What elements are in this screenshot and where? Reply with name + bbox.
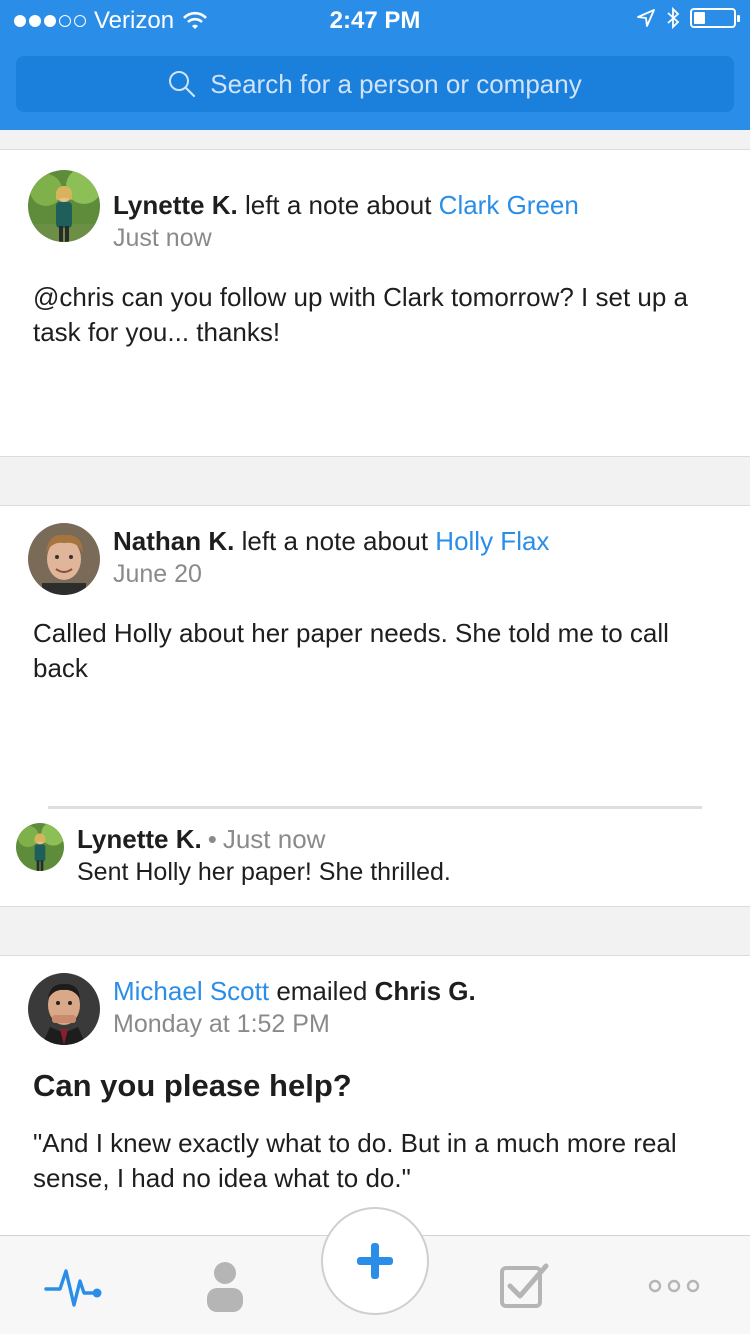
- note-body: Called Holly about her paper needs. She …: [33, 618, 669, 683]
- search-input[interactable]: Search for a person or company: [16, 56, 734, 112]
- add-button[interactable]: [321, 1207, 429, 1315]
- reply-divider: [48, 806, 702, 809]
- feed-spacer: [0, 906, 750, 956]
- tab-people[interactable]: [195, 1258, 255, 1314]
- bullet-separator: •: [207, 824, 217, 854]
- reply-avatar[interactable]: [16, 823, 64, 871]
- tab-more[interactable]: [644, 1258, 704, 1314]
- timestamp: Monday at 1:52 PM: [113, 1010, 330, 1038]
- activity-pulse-icon: [44, 1269, 102, 1307]
- avatar[interactable]: [28, 523, 100, 595]
- activity-feed: Lynette K. left a note about Clark Green…: [0, 130, 750, 1286]
- search-placeholder: Search for a person or company: [210, 68, 582, 99]
- person-icon: [207, 1262, 243, 1312]
- reply-timestamp: Just now: [222, 824, 326, 854]
- location-arrow-icon: [637, 9, 655, 27]
- email-subject: Can you please help?: [33, 1068, 352, 1103]
- author-name[interactable]: Nathan K.: [113, 526, 234, 556]
- feed-spacer: [0, 456, 750, 506]
- feed-card-note[interactable]: Lynette K. left a note about Clark Green…: [0, 150, 750, 456]
- feed-card-note[interactable]: Nathan K. left a note about Holly Flax J…: [0, 506, 750, 906]
- tab-tasks[interactable]: [494, 1258, 554, 1314]
- avatar[interactable]: [28, 170, 100, 242]
- timestamp: June 20: [113, 560, 202, 588]
- battery-icon: [690, 8, 740, 28]
- note-body: @chris can you follow up with Clark tomo…: [33, 282, 688, 347]
- reply-author[interactable]: Lynette K.: [77, 824, 202, 854]
- avatar[interactable]: [28, 973, 100, 1045]
- search-icon: [169, 71, 196, 98]
- timestamp: Just now: [113, 224, 212, 252]
- feed-headline: Michael Scott emailed Chris G.: [113, 976, 476, 1007]
- feed-headline: Lynette K. left a note about Clark Green: [113, 190, 579, 221]
- action-text: left a note about: [241, 526, 429, 556]
- sender-link[interactable]: Michael Scott: [113, 976, 269, 1006]
- author-name[interactable]: Lynette K.: [113, 190, 238, 220]
- plus-icon: [357, 1243, 393, 1279]
- status-icons: [636, 6, 740, 30]
- feed-spacer: [0, 130, 750, 150]
- subject-link[interactable]: Clark Green: [439, 190, 579, 220]
- checkbox-icon: [500, 1263, 549, 1308]
- status-bar: Verizon 2:47 PM: [0, 0, 750, 40]
- recipient-name[interactable]: Chris G.: [375, 976, 476, 1006]
- reply-body: Sent Holly her paper! She thrilled.: [77, 858, 451, 886]
- bluetooth-icon: [667, 6, 680, 30]
- tab-activity[interactable]: [44, 1258, 104, 1314]
- action-text: emailed: [276, 976, 368, 1006]
- app-header: Verizon 2:47 PM Search for a person or c…: [0, 0, 750, 130]
- feed-headline: Nathan K. left a note about Holly Flax: [113, 526, 549, 557]
- subject-link[interactable]: Holly Flax: [435, 526, 549, 556]
- email-body: "And I knew exactly what to do. But in a…: [33, 1128, 677, 1193]
- reply-header: Lynette K. • Just now: [77, 824, 325, 855]
- more-dots-icon: [648, 1279, 700, 1293]
- action-text: left a note about: [244, 190, 432, 220]
